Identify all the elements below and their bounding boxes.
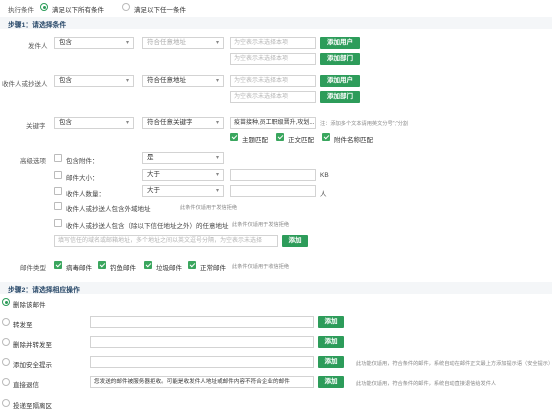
action-delete-forward-label: 删除并转发至 bbox=[13, 342, 52, 349]
security-tip-add-button[interactable]: 添加 bbox=[318, 356, 344, 368]
radio-match-all[interactable] bbox=[40, 3, 48, 11]
external-checkbox[interactable] bbox=[54, 202, 62, 210]
chevron-down-icon: ▾ bbox=[125, 78, 129, 84]
chevron-down-icon: ▾ bbox=[215, 188, 219, 194]
virus-mail-checkbox[interactable] bbox=[54, 261, 62, 269]
recipient-dept-input[interactable]: 为空表示未选择本项 bbox=[230, 91, 316, 103]
phishing-mail-label: 钓鱼邮件 bbox=[110, 265, 136, 272]
count-op-select[interactable]: 大于 ▾ bbox=[142, 185, 224, 197]
bounce-add-button[interactable]: 添加 bbox=[318, 376, 344, 388]
size-op-select[interactable]: 大于 ▾ bbox=[142, 169, 224, 181]
action-delete-forward-radio[interactable] bbox=[2, 338, 10, 346]
keyword-subject-label: 主题匹配 bbox=[242, 137, 268, 144]
count-label: 收件人数量： bbox=[66, 191, 105, 198]
keyword-mode-select[interactable]: 包含 ▾ bbox=[54, 117, 134, 129]
action-security-tip-label: 添加安全提示 bbox=[13, 362, 52, 369]
sender-label: 发件人 bbox=[28, 43, 48, 50]
chevron-down-icon: ▾ bbox=[215, 155, 219, 161]
spam-mail-label: 垃圾邮件 bbox=[156, 265, 182, 272]
action-forward-label: 转发至 bbox=[13, 322, 33, 329]
radio-match-all-label: 满足以下所有条件 bbox=[52, 7, 104, 14]
bounce-message-input[interactable]: 您发送的邮件被服务器拒收。可能是收发件人地址或邮件内容不符合企业的邮件 bbox=[90, 376, 314, 388]
mail-type-label: 邮件类型 bbox=[20, 265, 46, 272]
step2-title: 步骤2：请选择相应操作 bbox=[8, 287, 80, 294]
has-attach-checkbox[interactable] bbox=[54, 154, 62, 162]
keyword-attach-checkbox[interactable] bbox=[322, 133, 330, 141]
normal-mail-label: 正常邮件 bbox=[200, 265, 226, 272]
mail-type-note: 此条件仅适用于收信拒绝 bbox=[232, 264, 290, 270]
delete-forward-input[interactable] bbox=[90, 336, 314, 348]
sender-user-input[interactable]: 为空表示未选择本项 bbox=[230, 37, 316, 49]
delete-forward-add-button[interactable]: 添加 bbox=[318, 336, 344, 348]
except-checkbox[interactable] bbox=[54, 219, 62, 227]
size-input[interactable] bbox=[230, 169, 316, 181]
forward-add-button[interactable]: 添加 bbox=[318, 316, 344, 328]
chevron-down-icon: ▾ bbox=[125, 120, 129, 126]
exec-condition-label: 执行条件 bbox=[8, 7, 34, 14]
recipient-match-select[interactable]: 符合任意地址 ▾ bbox=[142, 75, 224, 87]
keyword-note: 注：添加多个文本请用英文分号";"分割 bbox=[320, 121, 409, 127]
action-quarantine-radio[interactable] bbox=[2, 399, 10, 407]
size-label: 邮件大小： bbox=[66, 175, 99, 182]
recipient-user-input[interactable]: 为空表示未选择本项 bbox=[230, 75, 316, 87]
except-label: 收件人或抄送人包含（除以下信任地址之外）的任意地址 bbox=[66, 223, 229, 230]
action-security-tip-radio[interactable] bbox=[2, 358, 10, 366]
security-tip-input[interactable] bbox=[90, 356, 314, 368]
sender-add-dept-button[interactable]: 添加部门 bbox=[320, 53, 360, 65]
sender-match-select[interactable]: 符合任意地址 ▾ bbox=[142, 37, 224, 49]
keyword-subject-checkbox[interactable] bbox=[230, 133, 238, 141]
radio-match-any[interactable] bbox=[122, 3, 130, 11]
recipient-add-user-button[interactable]: 添加用户 bbox=[320, 75, 360, 87]
action-bounce-radio[interactable] bbox=[2, 378, 10, 386]
keyword-body-label: 正文匹配 bbox=[288, 137, 314, 144]
action-delete-radio[interactable] bbox=[2, 298, 10, 306]
except-note: 此条件仅适用于发信拒绝 bbox=[232, 222, 290, 228]
recipient-label: 收件人或抄送人 bbox=[2, 81, 48, 88]
chevron-down-icon: ▾ bbox=[215, 120, 219, 126]
chevron-down-icon: ▾ bbox=[215, 40, 219, 46]
normal-mail-checkbox[interactable] bbox=[188, 261, 196, 269]
sender-add-user-button[interactable]: 添加用户 bbox=[320, 37, 360, 49]
keyword-attach-label: 附件名称匹配 bbox=[334, 137, 373, 144]
keyword-input[interactable]: 疫苗接种,员工职级晋升,攻划... bbox=[230, 117, 316, 129]
chevron-down-icon: ▾ bbox=[215, 172, 219, 178]
chevron-down-icon: ▾ bbox=[125, 40, 129, 46]
count-unit: 人 bbox=[320, 191, 327, 198]
external-label: 收件人或抄送人包含外域地址 bbox=[66, 206, 151, 213]
size-unit: KB bbox=[320, 172, 329, 179]
keyword-label: 关键字 bbox=[26, 123, 46, 130]
bounce-note: 此功能仅适用，符合条件的邮件，系统自动直接退信给发件人 bbox=[356, 381, 497, 387]
action-delete-label: 删除该邮件 bbox=[13, 302, 46, 309]
sender-dept-input[interactable]: 为空表示未选择本项 bbox=[230, 53, 316, 65]
action-forward-radio[interactable] bbox=[2, 318, 10, 326]
radio-match-any-label: 满足以下任一条件 bbox=[134, 7, 186, 14]
keyword-body-checkbox[interactable] bbox=[276, 133, 284, 141]
action-quarantine-label: 投递至隔离区 bbox=[13, 403, 52, 410]
count-checkbox[interactable] bbox=[54, 187, 62, 195]
sender-mode-select[interactable]: 包含 ▾ bbox=[54, 37, 134, 49]
forward-input[interactable] bbox=[90, 316, 314, 328]
chevron-down-icon: ▾ bbox=[215, 78, 219, 84]
step1-title: 步骤1：请选择条件 bbox=[8, 22, 67, 29]
count-input[interactable] bbox=[230, 185, 316, 197]
has-attach-select[interactable]: 是 ▾ bbox=[142, 152, 224, 164]
trusted-add-button[interactable]: 添加 bbox=[282, 235, 308, 247]
security-tip-note: 此功能仅适用，符合条件的邮件，系统自动在邮件正文最上方添加提示语（安全提示） bbox=[356, 361, 552, 367]
advanced-label: 高级选项 bbox=[20, 158, 46, 165]
recipient-add-dept-button[interactable]: 添加部门 bbox=[320, 91, 360, 103]
virus-mail-label: 病毒邮件 bbox=[66, 265, 92, 272]
step2-bar bbox=[0, 282, 552, 294]
spam-mail-checkbox[interactable] bbox=[144, 261, 152, 269]
external-note: 此条件仅适用于发信拒绝 bbox=[180, 205, 238, 211]
trusted-domain-input[interactable]: 填写信任的域名或邮箱地址，多个地址之间以英文逗号分隔，为空表示未选择 bbox=[54, 235, 278, 247]
phishing-mail-checkbox[interactable] bbox=[98, 261, 106, 269]
action-bounce-label: 直接退信 bbox=[13, 382, 39, 389]
keyword-match-select[interactable]: 符合任意关键字 ▾ bbox=[142, 117, 224, 129]
recipient-mode-select[interactable]: 包含 ▾ bbox=[54, 75, 134, 87]
size-checkbox[interactable] bbox=[54, 171, 62, 179]
step1-bar bbox=[0, 17, 552, 29]
has-attach-label: 包含附件： bbox=[66, 158, 99, 165]
